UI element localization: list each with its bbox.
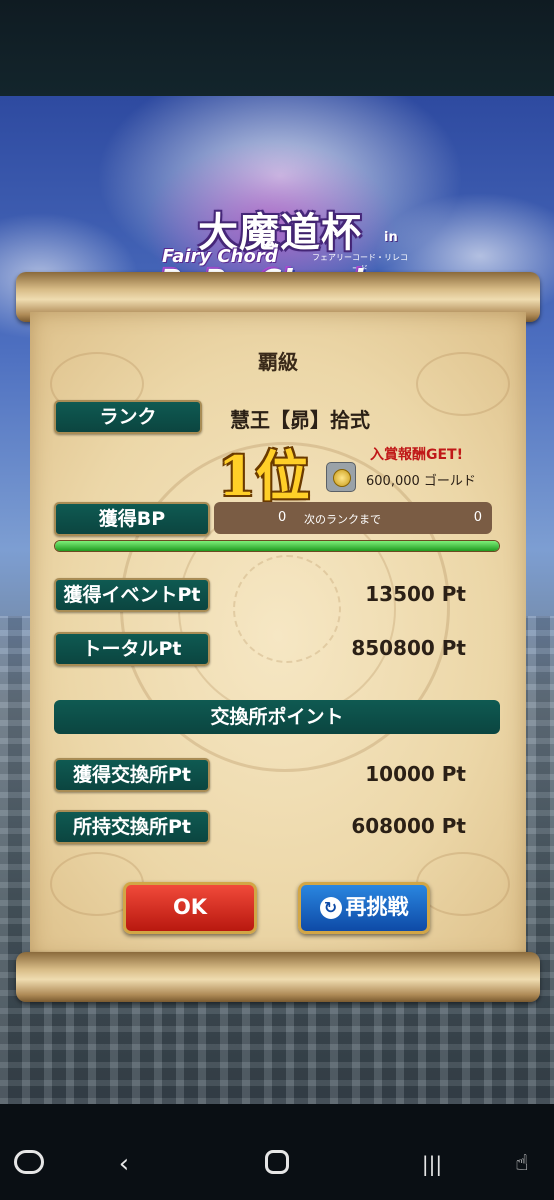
- reward-get-text: 入賞報酬GET!: [370, 447, 463, 463]
- home-icon[interactable]: [265, 1150, 289, 1174]
- next-rank-value: 0: [473, 510, 482, 525]
- bp-value: 0: [278, 510, 287, 525]
- total-pt-value: 850800 Pt: [351, 636, 466, 660]
- recent-apps-icon[interactable]: |||: [410, 1144, 454, 1184]
- touch-lock-icon[interactable]: ☝: [500, 1144, 544, 1184]
- held-exchange-label: 所持交換所Pt: [54, 810, 210, 844]
- retry-button[interactable]: ↻ 再挑戦: [298, 882, 430, 934]
- earned-exchange-value: 10000 Pt: [365, 762, 466, 786]
- reward-amount: 600,000 ゴールド: [366, 474, 476, 489]
- retry-label: 再挑戦: [345, 895, 409, 919]
- corner-ornament: [416, 852, 510, 916]
- back-icon[interactable]: ‹: [102, 1144, 146, 1184]
- earned-exchange-label: 獲得交換所Pt: [54, 758, 210, 792]
- rank-value: 慧王【昴】拾式: [230, 408, 370, 432]
- bp-progress-bar: [54, 540, 500, 552]
- result-panel: 覇級 ランク 慧王【昴】拾式 1位 入賞報酬GET! 600,000 ゴールド …: [30, 312, 526, 960]
- event-pt-value: 13500 Pt: [365, 582, 466, 606]
- status-bar: [0, 0, 554, 96]
- logo-in: in: [384, 230, 398, 245]
- gold-coin-icon: [326, 462, 356, 492]
- scroll-bottom-roll: [16, 952, 540, 1002]
- event-pt-label: 獲得イベントPt: [54, 578, 210, 612]
- held-exchange-value: 608000 Pt: [351, 814, 466, 838]
- next-rank-label: 次のランクまで: [304, 513, 381, 526]
- retry-icon: ↻: [319, 897, 342, 919]
- bp-label: 獲得BP: [54, 502, 210, 536]
- bp-progress-fill: [55, 541, 499, 551]
- exchange-points-header: 交換所ポイント: [54, 700, 500, 734]
- total-pt-label: トータルPt: [54, 632, 210, 666]
- ok-button[interactable]: OK: [123, 882, 257, 934]
- bp-bar: 0 次のランクまで 0: [214, 502, 492, 534]
- difficulty-title: 覇級: [258, 350, 298, 374]
- rank-label: ランク: [54, 400, 202, 434]
- rank-position: 1位: [218, 444, 310, 508]
- game-tools-icon[interactable]: [14, 1150, 44, 1174]
- navigation-bar: ‹ ||| ☝: [0, 1134, 554, 1194]
